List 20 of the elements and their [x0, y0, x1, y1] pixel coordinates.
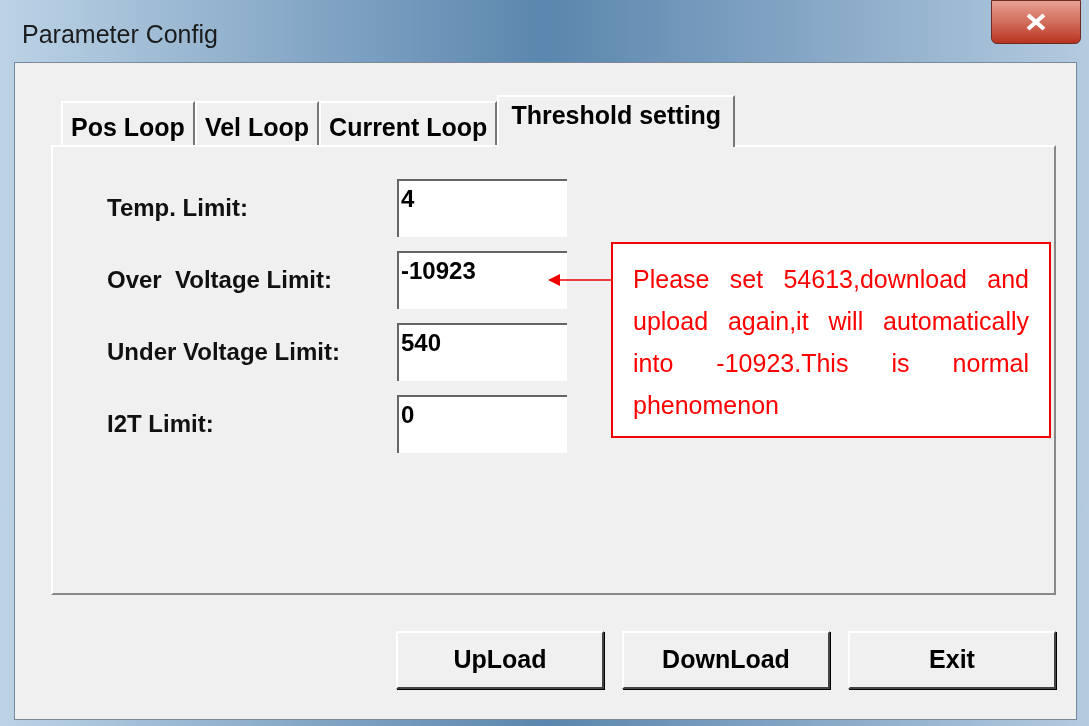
tab[interactable]: Pos Loop	[61, 101, 195, 145]
dialog-button[interactable]: Exit	[848, 631, 1056, 689]
dialog-button[interactable]: DownLoad	[622, 631, 830, 689]
field-label: Over Voltage Limit:	[107, 265, 333, 295]
input-field[interactable]: 540	[397, 323, 567, 381]
close-button[interactable]	[991, 0, 1081, 44]
arrow	[548, 273, 614, 287]
input-field[interactable]: -10923	[397, 251, 567, 309]
field-label: I2T Limit:	[107, 409, 215, 439]
window-title: Parameter Config	[22, 19, 218, 50]
tab[interactable]: Vel Loop	[194, 101, 320, 145]
input-field[interactable]: 0	[397, 395, 567, 453]
field-label: Temp. Limit:	[107, 193, 249, 223]
tab[interactable]: Threshold setting	[497, 95, 736, 147]
close-icon	[1025, 13, 1047, 31]
field-label: Under Voltage Limit:	[107, 337, 341, 367]
input-field[interactable]: 4	[397, 179, 567, 237]
tab[interactable]: Current Loop	[319, 101, 498, 145]
dialog-button[interactable]: UpLoad	[396, 631, 604, 689]
annotation-text: Please set 54613,download and upload again,it will automatically into -10923.This is normal phenomenon	[611, 242, 1051, 438]
